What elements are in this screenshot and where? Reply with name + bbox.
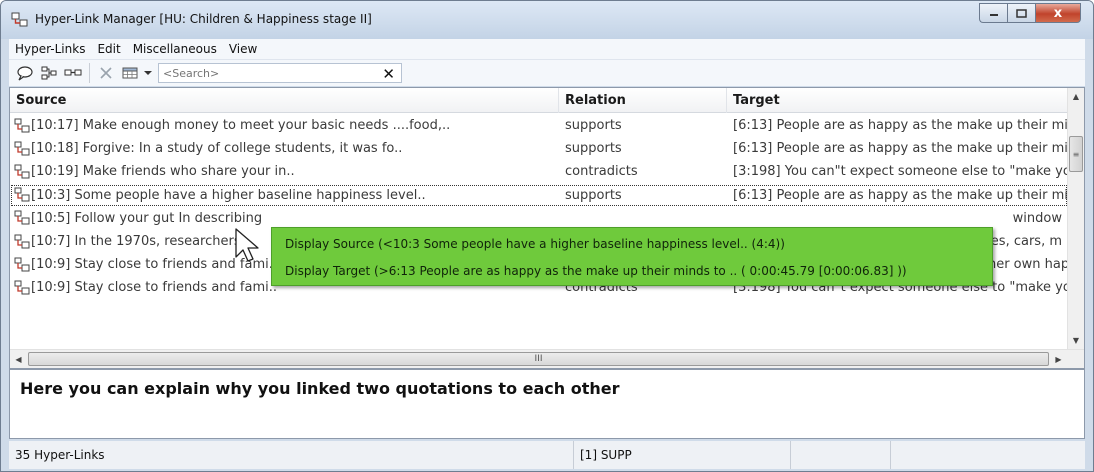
cell-target[interactable]: [6:13] People are as happy as the make u… [727,188,1068,203]
cell-relation[interactable]: supports [559,188,727,203]
hyperlink-quote-icon [14,280,30,295]
horizontal-scrollbar[interactable]: ◀ III ▶ [10,349,1084,368]
window-controls: x [979,3,1081,23]
maximize-button[interactable] [1007,3,1035,23]
cell-relation[interactable]: contradicts [559,164,727,179]
table-row[interactable]: [10:19] Make friends who share your in..… [10,160,1068,183]
cell-relation[interactable]: supports [559,141,727,156]
cell-source[interactable]: [10:17] Make enough money to meet your b… [10,118,559,134]
column-header-source[interactable]: Source [10,88,559,113]
close-button[interactable]: x [1035,3,1081,23]
table-view-dropdown[interactable] [142,62,154,84]
status-link-count: 35 Hyper-Links [9,441,574,469]
comment-editor[interactable]: Here you can explain why you linked two … [9,369,1085,439]
hyperlink-tooltip: Display Source (<10:3 Some people have a… [271,227,993,286]
menu-view[interactable]: View [223,42,263,56]
cell-source[interactable]: [10:18] Forgive: In a study of college s… [10,141,559,157]
minimize-icon [989,14,998,16]
cell-target[interactable]: window [727,211,1068,226]
source-text: [10:19] Make friends who share your in.. [31,164,295,180]
column-header-relation[interactable]: Relation [559,88,727,113]
hyperlink-manager-window: Hyper-Link Manager [HU: Children & Happi… [0,0,1094,472]
cell-relation[interactable]: supports [559,118,727,133]
hyperlink-quote-icon [14,257,30,272]
title-bar[interactable]: Hyper-Link Manager [HU: Children & Happi… [1,1,1093,39]
status-panel-empty-2 [891,441,1081,469]
menu-bar: Hyper-Links Edit Miscellaneous View [9,39,1085,60]
toolbar: ✕ [9,60,1085,86]
vertical-scroll-thumb[interactable]: ≡ [1069,136,1083,172]
network-view-button[interactable] [37,62,61,84]
link-icon [64,69,82,76]
mouse-cursor-icon [235,228,259,262]
cell-target[interactable]: [6:13] People are as happy as the make u… [727,141,1068,156]
scroll-left-arrow-icon[interactable]: ◀ [10,350,27,368]
hyperlink-quote-icon [14,187,30,202]
minimize-button[interactable] [979,3,1007,23]
status-bar: 35 Hyper-Links [1] SUPP [9,441,1085,469]
table-header: Source Relation Target [10,88,1068,113]
scroll-down-arrow-icon[interactable]: ▼ [1068,332,1084,349]
menu-hyper-links[interactable]: Hyper-Links [9,42,91,56]
toolbar-separator [89,63,90,83]
hyperlink-quote-icon [14,164,30,179]
maximize-icon [1016,8,1027,18]
window-title: Hyper-Link Manager [HU: Children & Happi… [35,12,372,26]
cell-source[interactable]: [10:3] Some people have a higher baselin… [10,187,559,203]
table-row[interactable]: [10:3] Some people have a higher baselin… [10,184,1068,207]
source-text: [10:5] Follow your gut In describing [31,210,263,226]
cell-source[interactable]: [10:5] Follow your gut In describing [10,210,559,226]
hyperlink-app-icon [11,12,28,27]
delete-icon [100,67,112,79]
source-text: [10:18] Forgive: In a study of college s… [31,141,403,157]
scroll-up-arrow-icon[interactable]: ▲ [1068,88,1084,105]
comment-icon [17,66,33,81]
network-view-icon [41,66,57,80]
tooltip-display-target[interactable]: Display Target (>6:13 People are as happ… [285,264,907,278]
status-panel-empty [791,441,891,469]
cell-source[interactable]: [10:19] Make friends who share your in.. [10,164,559,180]
cell-target[interactable]: [6:13] People are as happy as the make u… [727,118,1068,133]
table-view-icon [122,67,138,79]
status-relation: [1] SUPP [574,441,791,469]
cell-target[interactable]: [3:198] You can"t expect someone else to… [727,164,1068,179]
hyperlink-quote-icon [14,210,30,225]
comment-text[interactable]: Here you can explain why you linked two … [20,379,620,398]
comment-button[interactable] [13,62,37,84]
clear-search-icon[interactable]: ✕ [382,65,395,83]
table-row[interactable]: [10:18] Forgive: In a study of college s… [10,137,1068,160]
horizontal-scroll-thumb[interactable]: III [28,352,1049,366]
hyperlink-quote-icon [14,141,30,156]
table-row[interactable]: [10:17] Make enough money to meet your b… [10,114,1068,137]
search-input[interactable] [163,66,373,80]
source-text: [10:17] Make enough money to meet your b… [31,118,451,134]
scroll-right-arrow-icon[interactable]: ▶ [1050,350,1067,368]
source-text: [10:9] Stay close to friends and fami.. [31,280,278,296]
hyperlink-quote-icon [14,234,30,249]
source-text: [10:7] In the 1970s, researchers [31,234,241,250]
table-view-button[interactable] [118,62,142,84]
column-header-target[interactable]: Target [727,88,1068,113]
vertical-scrollbar[interactable]: ▲ ≡ ▼ [1067,88,1084,349]
menu-miscellaneous[interactable]: Miscellaneous [127,42,223,56]
hyperlink-quote-icon [14,118,30,133]
tooltip-display-source[interactable]: Display Source (<10:3 Some people have a… [285,237,785,251]
link-button[interactable] [61,62,85,84]
delete-button[interactable] [94,62,118,84]
close-icon: x [1053,5,1063,21]
menu-edit[interactable]: Edit [91,42,126,56]
search-box[interactable]: ✕ [158,63,402,83]
dropdown-icon [144,71,152,75]
source-text: [10:3] Some people have a higher baselin… [31,187,426,203]
